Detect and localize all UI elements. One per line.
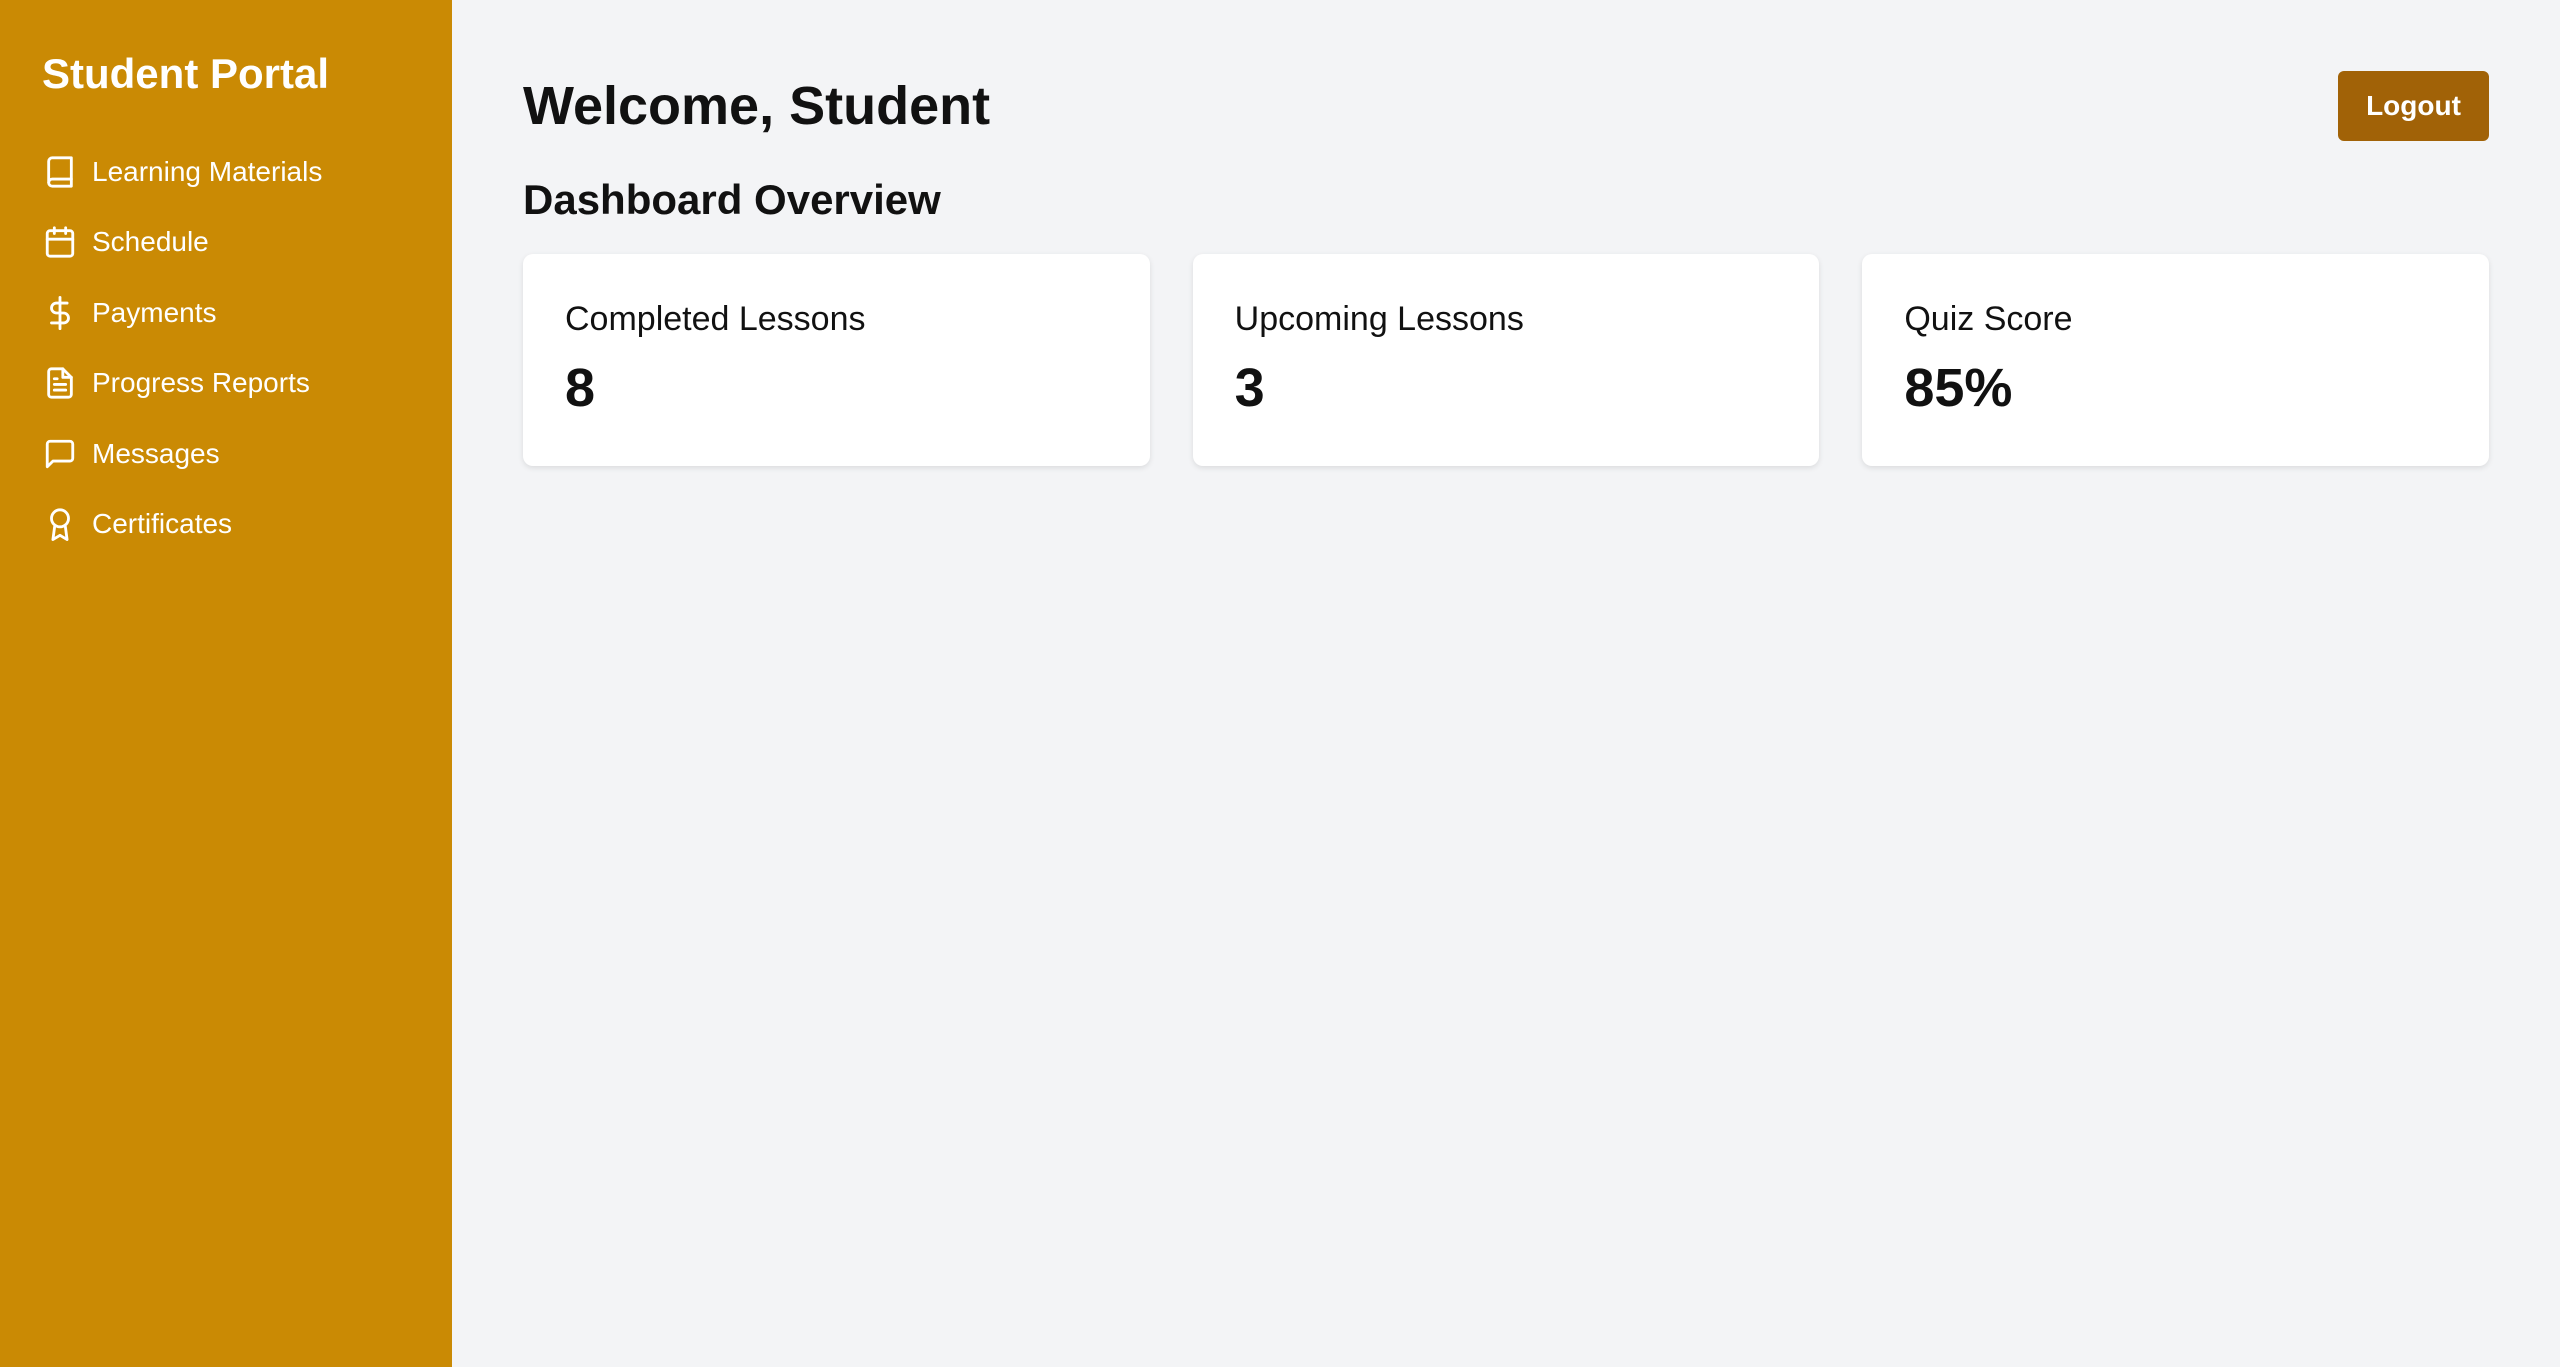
sidebar-item-certificates[interactable]: Certificates bbox=[42, 489, 410, 560]
sidebar-item-label: Certificates bbox=[92, 508, 233, 540]
app-title: Student Portal bbox=[42, 50, 330, 97]
stat-card-value: 8 bbox=[565, 358, 596, 418]
stat-card-value: 3 bbox=[1234, 358, 1265, 418]
stat-card-label: Quiz Score bbox=[1904, 300, 2073, 338]
sidebar-item-label: Payments bbox=[92, 296, 217, 328]
stat-card-value: 85% bbox=[1904, 358, 2013, 418]
app-root: Student Portal Learning Materials Schedu… bbox=[0, 0, 2560, 1367]
sidebar-item-messages[interactable]: Messages bbox=[42, 418, 410, 489]
sidebar-item-payments[interactable]: Payments bbox=[42, 277, 410, 348]
sidebar-item-schedule[interactable]: Schedule bbox=[42, 207, 410, 278]
stat-card-completed-lessons: Completed Lessons 8 bbox=[523, 254, 1150, 466]
stat-card-label: Upcoming Lessons bbox=[1234, 300, 1524, 338]
header: Welcome, Student Logout bbox=[523, 70, 2489, 142]
sidebar-item-label: Messages bbox=[92, 437, 220, 469]
sidebar-item-label: Progress Reports bbox=[92, 367, 310, 399]
sidebar-item-progress-reports[interactable]: Progress Reports bbox=[42, 348, 410, 419]
dollar-icon bbox=[42, 295, 78, 331]
logout-button[interactable]: Logout bbox=[2338, 71, 2489, 141]
sidebar: Student Portal Learning Materials Schedu… bbox=[0, 0, 452, 1367]
stat-card-quiz-score: Quiz Score 85% bbox=[1862, 254, 2490, 466]
sidebar-item-learning-materials[interactable]: Learning Materials bbox=[42, 136, 410, 207]
award-icon bbox=[42, 506, 78, 542]
book-icon bbox=[42, 154, 78, 190]
sidebar-item-label: Learning Materials bbox=[92, 155, 323, 187]
stat-card-label: Completed Lessons bbox=[565, 300, 866, 338]
section-title: Dashboard Overview bbox=[523, 176, 941, 223]
sidebar-nav: Learning Materials Schedule Payments Pro… bbox=[42, 136, 410, 559]
main-content: Welcome, Student Logout Dashboard Overvi… bbox=[452, 0, 2560, 1367]
page-title: Welcome, Student bbox=[523, 76, 991, 136]
stat-cards: Completed Lessons 8 Upcoming Lessons 3 Q… bbox=[523, 254, 2490, 466]
message-icon bbox=[42, 436, 78, 472]
sidebar-item-label: Schedule bbox=[92, 226, 209, 258]
stat-card-upcoming-lessons: Upcoming Lessons 3 bbox=[1192, 254, 1820, 466]
calendar-icon bbox=[42, 224, 78, 260]
document-icon bbox=[42, 365, 78, 401]
